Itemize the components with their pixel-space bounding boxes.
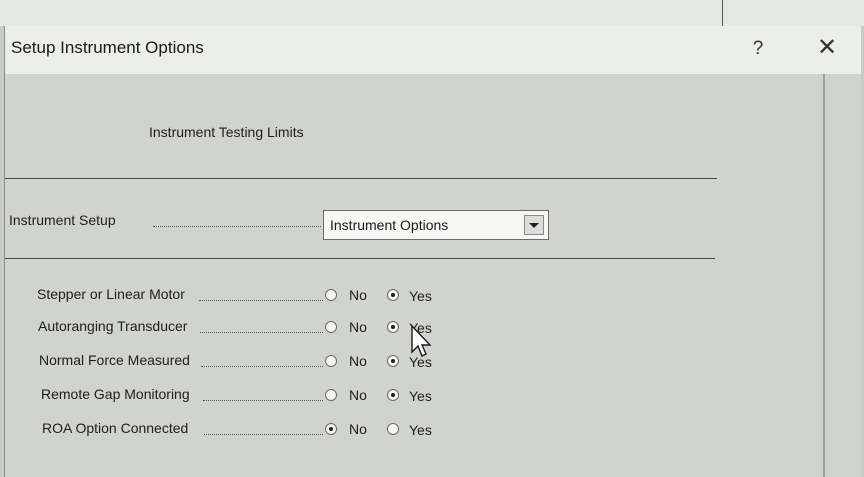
option-row: Stepper or Linear Motor No Yes [5,284,505,306]
no-radio-label[interactable]: No [349,353,367,369]
no-radio[interactable] [325,321,337,333]
leader-dots [200,332,323,333]
option-label: Normal Force Measured [39,352,190,368]
leader-dots [199,300,323,301]
chevron-down-icon[interactable] [524,215,544,235]
leader-dots [153,226,321,227]
instrument-setup-selected: Instrument Options [330,217,449,233]
setup-instrument-options-dialog: Setup Instrument Options ? ✕ Instrument … [4,26,861,477]
no-radio-label[interactable]: No [349,287,367,303]
yes-radio[interactable] [387,289,399,301]
instrument-setup-dropdown[interactable]: Instrument Options [323,210,549,240]
yes-radio[interactable] [387,389,399,401]
yes-radio[interactable] [387,321,399,333]
background-divider [722,0,723,26]
option-row: ROA Option Connected No Yes [5,418,505,440]
yes-radio[interactable] [387,355,399,367]
divider [5,178,717,179]
no-radio-label[interactable]: No [349,319,367,335]
no-radio[interactable] [325,423,337,435]
title-bar: Setup Instrument Options ? ✕ [5,26,861,74]
leader-dots [201,366,323,367]
mouse-cursor-icon [411,324,432,357]
option-row: Remote Gap Monitoring No Yes [5,384,505,406]
leader-dots [203,400,323,401]
instrument-setup-label: Instrument Setup [9,212,116,228]
no-radio[interactable] [325,355,337,367]
no-radio-label[interactable]: No [349,421,367,437]
option-label: Stepper or Linear Motor [37,286,185,302]
background-window-strip [0,0,864,26]
panel-border [823,74,825,477]
help-button[interactable]: ? [745,36,771,62]
close-button[interactable]: ✕ [813,34,841,62]
divider [5,258,715,259]
yes-radio-label[interactable]: Yes [409,422,432,438]
section-heading: Instrument Testing Limits [149,124,304,140]
no-radio[interactable] [325,389,337,401]
leader-dots [204,434,323,435]
yes-radio-label[interactable]: Yes [409,288,432,304]
yes-radio-label[interactable]: Yes [409,388,432,404]
option-label: ROA Option Connected [42,420,189,436]
dialog-body: Instrument Testing Limits Instrument Set… [5,74,861,477]
dialog-title: Setup Instrument Options [11,38,204,57]
yes-radio[interactable] [387,423,399,435]
no-radio[interactable] [325,289,337,301]
option-label: Autoranging Transducer [38,318,188,334]
option-label: Remote Gap Monitoring [41,386,190,402]
no-radio-label[interactable]: No [349,387,367,403]
